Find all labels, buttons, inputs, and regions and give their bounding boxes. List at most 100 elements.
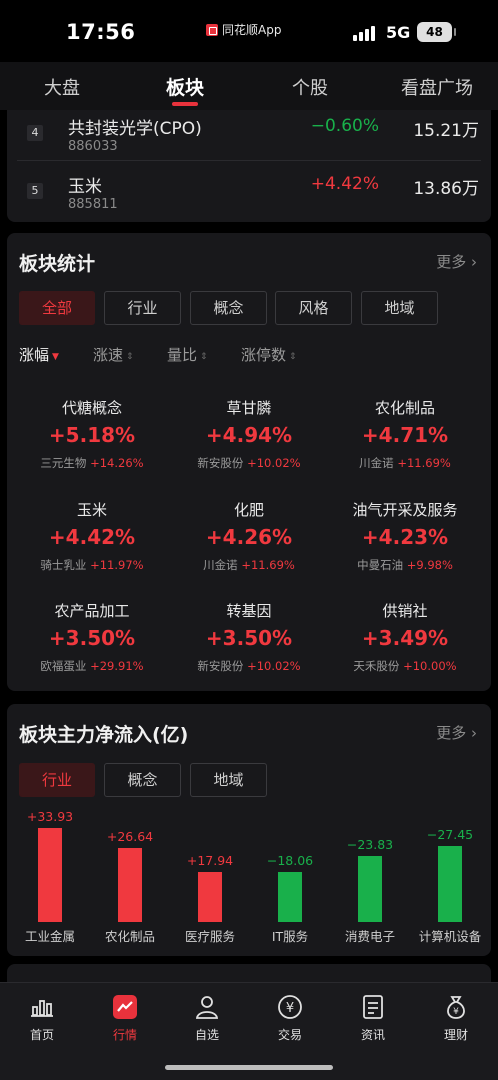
inflow-value-label: +26.64 bbox=[106, 829, 154, 844]
leader-stock: 新安股份 +10.02% bbox=[197, 659, 301, 673]
app-logo-icon bbox=[206, 23, 218, 36]
sort-toggle-icon: ⇕ bbox=[200, 352, 208, 362]
sector-change: +4.42% bbox=[48, 525, 136, 549]
svg-text:¥: ¥ bbox=[286, 1001, 294, 1016]
sector-stats-card: 板块统计 更多 › 全部 行业 概念 风格 地域 涨幅 ▼ 涨速 ⇕ 量比 ⇕ 涨停数… bbox=[7, 233, 491, 691]
leader-stock: 骑士乳业 +11.97% bbox=[40, 558, 144, 572]
sector-code: 886033 bbox=[68, 139, 118, 154]
ranking-row[interactable]: 5 玉米 885811 +4.42% 13.86万 bbox=[7, 170, 491, 224]
inflow-category-label[interactable]: 农化制品 bbox=[90, 926, 170, 945]
nav-label: 行情 bbox=[112, 1028, 137, 1042]
sector-name: 供销社 bbox=[382, 602, 428, 620]
inflow-filter-industry[interactable]: 行业 bbox=[19, 763, 95, 797]
rank-number: 5 bbox=[27, 183, 43, 199]
sector-stat-cell[interactable]: 农产品加工 +3.50% 欧福蛋业 +29.91% bbox=[12, 600, 172, 674]
row-divider bbox=[17, 160, 481, 161]
nav-wealth[interactable]: ¥ 理财 bbox=[426, 993, 486, 1043]
sort-label: 量比 bbox=[167, 346, 198, 364]
rank-number: 4 bbox=[27, 125, 43, 141]
nav-market[interactable]: 行情 bbox=[95, 993, 155, 1043]
leader-stock: 中曼石油 +9.98% bbox=[357, 558, 453, 572]
chevron-right-icon: › bbox=[471, 724, 477, 742]
leader-stock: 新安股份 +10.02% bbox=[197, 456, 301, 470]
sector-stat-cell[interactable]: 油气开采及服务 +4.23% 中曼石油 +9.98% bbox=[325, 499, 485, 573]
net-inflow-more-link[interactable]: 更多 › bbox=[436, 722, 477, 743]
nav-home[interactable]: 首页 bbox=[12, 993, 72, 1043]
inflow-category-label[interactable]: 医疗服务 bbox=[170, 926, 250, 945]
ranking-row[interactable]: 4 共封装光学(CPO) 886033 −0.60% 15.21万 bbox=[7, 112, 491, 166]
inflow-value-label: −23.83 bbox=[346, 837, 394, 852]
tab-market-overview[interactable]: 大盘 bbox=[44, 74, 80, 100]
sector-name: 农产品加工 bbox=[54, 602, 130, 620]
sector-name: 共封装光学(CPO) bbox=[68, 119, 202, 139]
network-type: 5G bbox=[386, 23, 411, 42]
tab-sectors[interactable]: 板块 bbox=[166, 73, 204, 100]
sector-name: 转基因 bbox=[226, 602, 272, 620]
nav-label: 资讯 bbox=[360, 1028, 385, 1042]
sector-name: 化肥 bbox=[233, 501, 264, 519]
tab-stocks[interactable]: 个股 bbox=[292, 74, 328, 100]
more-label: 更多 bbox=[436, 724, 467, 742]
filter-all[interactable]: 全部 bbox=[19, 291, 95, 325]
sort-label: 涨速 bbox=[93, 346, 124, 364]
sort-speed[interactable]: 涨速 ⇕ bbox=[93, 344, 134, 365]
nav-label: 首页 bbox=[29, 1028, 54, 1042]
money-bag-icon: ¥ bbox=[442, 993, 470, 1021]
nav-news[interactable]: 资讯 bbox=[343, 993, 403, 1043]
leader-stock: 川金诺 +11.69% bbox=[203, 558, 295, 572]
watchlist-person-icon bbox=[193, 993, 221, 1021]
sector-name: 玉米 bbox=[68, 177, 102, 197]
sort-desc-icon: ▼ bbox=[52, 352, 59, 362]
inflow-category-label[interactable]: 计算机设备 bbox=[410, 926, 490, 945]
sector-stat-cell[interactable]: 化肥 +4.26% 川金诺 +11.69% bbox=[169, 499, 329, 573]
app-badge: 同花顺App bbox=[206, 21, 281, 38]
inflow-bar bbox=[278, 872, 302, 922]
leader-stock: 川金诺 +11.69% bbox=[359, 456, 451, 470]
sector-change: +4.23% bbox=[361, 525, 449, 549]
tab-watch-square[interactable]: 看盘广场 bbox=[401, 74, 473, 100]
sector-stat-cell[interactable]: 草甘膦 +4.94% 新安股份 +10.02% bbox=[169, 397, 329, 471]
inflow-filter-concept[interactable]: 概念 bbox=[104, 763, 181, 797]
filter-industry[interactable]: 行业 bbox=[104, 291, 181, 325]
battery-icon: 48 bbox=[417, 22, 456, 42]
filter-concept[interactable]: 概念 bbox=[190, 291, 267, 325]
nav-watchlist[interactable]: 自选 bbox=[177, 993, 237, 1043]
sector-stat-cell[interactable]: 代糖概念 +5.18% 三元生物 +14.26% bbox=[12, 397, 172, 471]
home-chart-icon bbox=[28, 993, 56, 1021]
sector-stat-cell[interactable]: 转基因 +3.50% 新安股份 +10.02% bbox=[169, 600, 329, 674]
sector-change: +3.50% bbox=[48, 626, 136, 650]
inflow-value-label: +33.93 bbox=[26, 809, 74, 824]
sector-stat-cell[interactable]: 农化制品 +4.71% 川金诺 +11.69% bbox=[325, 397, 485, 471]
sector-change: +4.94% bbox=[205, 423, 293, 447]
sector-name: 玉米 bbox=[76, 501, 107, 519]
status-time: 17:56 bbox=[66, 20, 136, 44]
inflow-category-label[interactable]: 工业金属 bbox=[10, 926, 90, 945]
top-tab-bar: 大盘 板块 个股 看盘广场 bbox=[0, 62, 498, 110]
sector-stats-more-link[interactable]: 更多 › bbox=[436, 251, 477, 272]
sector-name: 农化制品 bbox=[374, 399, 435, 417]
sector-stat-cell[interactable]: 供销社 +3.49% 天禾股份 +10.00% bbox=[325, 600, 485, 674]
filter-style[interactable]: 风格 bbox=[275, 291, 352, 325]
cell-signal-icon bbox=[353, 25, 379, 41]
net-inflow-card: 板块主力净流入(亿) 更多 › 行业 概念 地域 +33.93 工业金属 +26.6… bbox=[7, 704, 491, 956]
sector-stat-cell[interactable]: 玉米 +4.42% 骑士乳业 +11.97% bbox=[12, 499, 172, 573]
inflow-filter-region[interactable]: 地域 bbox=[190, 763, 267, 797]
sort-change[interactable]: 涨幅 ▼ bbox=[19, 344, 59, 365]
nav-label: 理财 bbox=[443, 1028, 468, 1042]
sector-change: +3.50% bbox=[205, 626, 293, 650]
inflow-category-label[interactable]: IT服务 bbox=[250, 926, 330, 945]
leader-stock: 天禾股份 +10.00% bbox=[353, 659, 457, 673]
nav-trade[interactable]: ¥ 交易 bbox=[260, 993, 320, 1043]
sector-stats-title: 板块统计 bbox=[19, 253, 96, 275]
more-label: 更多 bbox=[436, 253, 467, 271]
filter-region[interactable]: 地域 bbox=[361, 291, 438, 325]
sort-label: 涨停数 bbox=[241, 346, 287, 364]
inflow-value-label: +17.94 bbox=[186, 853, 234, 868]
sort-toggle-icon: ⇕ bbox=[289, 352, 297, 362]
sort-limit-up-count[interactable]: 涨停数 ⇕ bbox=[241, 344, 297, 365]
inflow-category-label[interactable]: 消费电子 bbox=[330, 926, 410, 945]
sort-volume-ratio[interactable]: 量比 ⇕ bbox=[167, 344, 208, 365]
sector-ranking-card: 4 共封装光学(CPO) 886033 −0.60% 15.21万 5 玉米 8… bbox=[7, 110, 491, 222]
next-card-peek bbox=[7, 964, 491, 984]
sector-change: −0.60% bbox=[310, 116, 379, 136]
